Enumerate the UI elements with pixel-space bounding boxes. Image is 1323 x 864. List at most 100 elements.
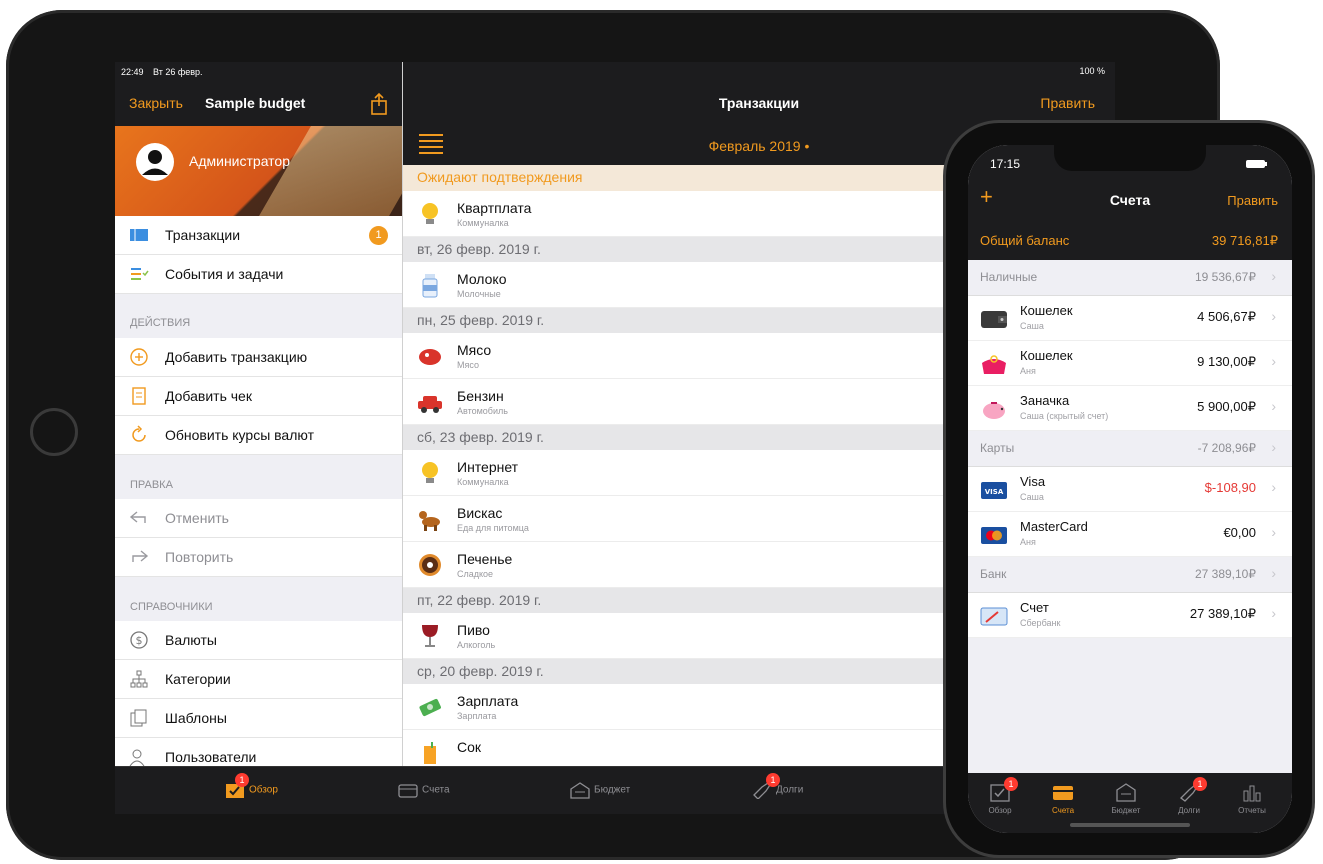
dog-icon bbox=[419, 511, 440, 531]
tab-accounts[interactable]: Счета bbox=[1037, 781, 1089, 815]
tab-label: Долги bbox=[1178, 806, 1200, 815]
status-date: Вт 26 февр. bbox=[153, 67, 203, 77]
redo-icon bbox=[132, 550, 149, 562]
tab-budget[interactable]: Бюджет bbox=[1100, 781, 1152, 815]
users-icon bbox=[129, 749, 145, 766]
account-balance: 27 389,10₽ bbox=[1189, 606, 1256, 621]
tab-accounts[interactable]: Счета bbox=[398, 781, 450, 803]
templates-icon bbox=[130, 709, 147, 727]
refresh-icon bbox=[132, 425, 146, 442]
account-name: Кошелек bbox=[1020, 303, 1073, 318]
tab-debts[interactable]: Долги 1 bbox=[1163, 777, 1215, 815]
transaction-name: Интернет bbox=[457, 459, 519, 475]
sidebar-item-users[interactable]: Пользователи bbox=[115, 738, 402, 766]
account-name: Visa bbox=[1020, 474, 1046, 489]
tab-badge: 1 bbox=[1193, 777, 1207, 791]
account-row[interactable]: Кошелек Аня 9 130,00₽ › bbox=[968, 341, 1292, 386]
account-owner: Аня bbox=[1020, 537, 1036, 547]
account-row[interactable]: VISA Visa Саша $-108,90 › bbox=[968, 467, 1292, 512]
iphone-screen: 17:15 + Счета Править Общий баланс 39 71… bbox=[968, 145, 1292, 833]
sidebar-item-label: Повторить bbox=[165, 549, 234, 565]
close-button[interactable]: Закрыть bbox=[129, 95, 183, 111]
account-group-header[interactable]: Карты -7 208,96₽ › bbox=[968, 431, 1292, 467]
purse-icon bbox=[982, 355, 1006, 374]
sidebar-item-label: Обновить курсы валют bbox=[165, 427, 314, 443]
sidebar-item-update-rates[interactable]: Обновить курсы валют bbox=[115, 416, 402, 455]
chevron-right-icon: › bbox=[1271, 308, 1276, 324]
group-total: 27 389,10₽ bbox=[1194, 567, 1256, 581]
milk-icon bbox=[422, 274, 438, 298]
edit-button[interactable]: Править bbox=[1040, 95, 1095, 111]
status-spacer bbox=[1113, 70, 1114, 71]
chevron-right-icon: › bbox=[1271, 605, 1276, 621]
ipad-home-button[interactable] bbox=[30, 408, 78, 456]
transaction-category: Молочные bbox=[457, 289, 501, 299]
tab-label: Обзор bbox=[249, 784, 278, 796]
transaction-name: Пиво bbox=[457, 622, 490, 638]
tab-overview[interactable]: Обзор 1 bbox=[974, 777, 1026, 815]
money-icon bbox=[419, 698, 441, 717]
sidebar-item-events[interactable]: События и задачи bbox=[115, 255, 402, 294]
group-name: Карты bbox=[980, 441, 1015, 455]
sidebar-item-add-transaction[interactable]: Добавить транзакцию bbox=[115, 338, 402, 377]
transaction-category: Коммуналка bbox=[457, 218, 509, 228]
tab-badge: 1 bbox=[766, 773, 780, 787]
transaction-category: Еда для питомца bbox=[457, 523, 529, 533]
iphone-edit-button[interactable]: Править bbox=[1227, 193, 1278, 208]
transactions-icon bbox=[130, 229, 148, 241]
tab-budget[interactable]: Бюджет bbox=[570, 781, 630, 803]
transaction-category: Зарплата bbox=[457, 711, 497, 721]
group-total: -7 208,96₽ bbox=[1197, 441, 1256, 455]
sidebar-item-undo[interactable]: Отменить bbox=[115, 499, 402, 538]
user-name: Администратор bbox=[189, 153, 291, 169]
tab-reports[interactable]: Отчеты bbox=[1226, 781, 1278, 815]
account-row[interactable]: Заначка Саша (скрытый счет) 5 900,00₽ › bbox=[968, 386, 1292, 431]
budget-title: Sample budget bbox=[205, 95, 306, 111]
accounts-icon bbox=[398, 784, 418, 798]
account-group-header[interactable]: Банк 27 389,10₽ › bbox=[968, 557, 1292, 593]
chevron-right-icon: › bbox=[1271, 565, 1276, 581]
transactions-badge: 1 bbox=[369, 226, 388, 245]
reports-icon bbox=[1243, 785, 1261, 802]
section-header-references: СПРАВОЧНИКИ bbox=[130, 601, 213, 613]
piggy-bank-icon bbox=[983, 402, 1005, 419]
user-header[interactable]: Администратор bbox=[115, 126, 402, 216]
account-balance: 9 130,00₽ bbox=[1197, 354, 1256, 369]
wine-icon bbox=[422, 625, 438, 647]
section-header-edit: ПРАВКА bbox=[130, 479, 173, 491]
sidebar-item-currencies[interactable]: $ Валюты bbox=[115, 621, 402, 660]
transaction-name: Мясо bbox=[457, 342, 492, 358]
add-circle-icon bbox=[130, 348, 148, 366]
tab-overview[interactable]: Обзор 1 bbox=[225, 773, 278, 803]
sidebar-item-add-receipt[interactable]: Добавить чек bbox=[115, 377, 402, 416]
undo-icon bbox=[129, 511, 146, 523]
header-decoration bbox=[259, 126, 402, 216]
sidebar-navbar: Закрыть Sample budget bbox=[115, 82, 402, 126]
tab-label: Счета bbox=[1051, 806, 1075, 815]
car-icon bbox=[418, 396, 442, 413]
tasks-icon bbox=[131, 268, 149, 280]
account-row[interactable]: Кошелек Саша 4 506,67₽ › bbox=[968, 296, 1292, 341]
battery-status: 100 % bbox=[1079, 66, 1105, 76]
budget-icon bbox=[1116, 783, 1136, 802]
sidebar-item-transactions[interactable]: Транзакции 1 bbox=[115, 216, 402, 255]
account-row[interactable]: MasterCard Аня €0,00 › bbox=[968, 512, 1292, 557]
tab-label: Бюджет bbox=[1111, 806, 1141, 815]
transaction-name: Зарплата bbox=[457, 693, 519, 709]
sidebar-item-redo[interactable]: Повторить bbox=[115, 538, 402, 577]
sidebar-item-templates[interactable]: Шаблоны bbox=[115, 699, 402, 738]
iphone-status-time: 17:15 bbox=[990, 157, 1021, 171]
tab-debts[interactable]: Долги 1 bbox=[752, 773, 803, 803]
account-owner: Саша bbox=[1020, 492, 1044, 502]
sidebar-item-categories[interactable]: Категории bbox=[115, 660, 402, 699]
svg-text:$: $ bbox=[136, 634, 143, 647]
tab-badge: 1 bbox=[1004, 777, 1018, 791]
status-bar: 22:49 Вт 26 февр. bbox=[115, 62, 402, 82]
share-icon[interactable] bbox=[369, 92, 389, 116]
chevron-right-icon: › bbox=[1271, 479, 1276, 495]
sidebar: 22:49 Вт 26 февр. Закрыть Sample budget … bbox=[115, 62, 403, 766]
sidebar-item-label: Отменить bbox=[165, 510, 229, 526]
account-group-header[interactable]: Наличные 19 536,67₽ › bbox=[968, 260, 1292, 296]
account-row[interactable]: Счет Сбербанк 27 389,10₽ › bbox=[968, 593, 1292, 638]
sidebar-item-label: Добавить транзакцию bbox=[165, 349, 308, 365]
